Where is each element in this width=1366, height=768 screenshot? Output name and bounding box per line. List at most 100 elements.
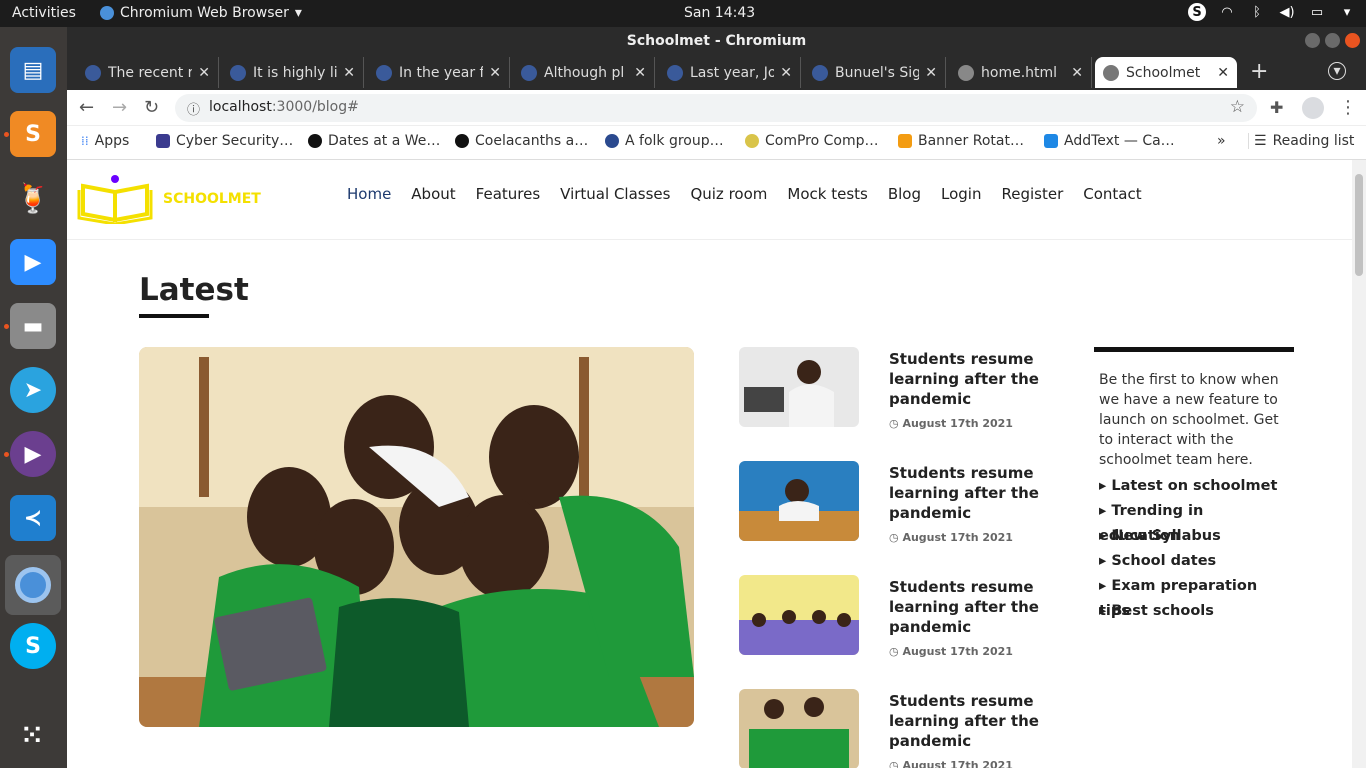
wifi-icon[interactable]: ◠ [1218,3,1236,21]
info-icon[interactable]: ⓘ [187,99,200,118]
close-icon[interactable]: ✕ [780,65,792,81]
tab-6[interactable]: home.html ✕ [950,57,1092,88]
sidebar-link[interactable]: ▸ New Syllabus [1099,524,1289,549]
bookmark-7[interactable]: AddText — Ca… [1044,133,1175,149]
nav-blog[interactable]: Blog [888,185,921,203]
files-icon[interactable]: ▬ [10,303,56,349]
post-thumbnail[interactable] [739,461,859,541]
tab-4[interactable]: Last year, Jo ✕ [659,57,801,88]
close-icon[interactable]: ✕ [198,65,210,81]
minimize-button[interactable] [1305,33,1320,48]
close-icon[interactable]: ✕ [1071,65,1083,81]
volume-icon[interactable]: ◀) [1278,3,1296,21]
skype-icon[interactable]: S [10,623,56,669]
reload-icon[interactable]: ↻ [144,98,159,118]
post-title[interactable]: Students resume learning after the pande… [889,691,1059,751]
close-icon[interactable]: ✕ [343,65,355,81]
app-menu[interactable]: Chromium Web Browser ▾ [100,5,302,21]
battery-icon[interactable]: ▭ [1308,3,1326,21]
nav-home[interactable]: Home [347,185,391,203]
kebab-menu-icon[interactable]: ⋮ [1339,98,1357,118]
browser-window: Schoolmet - Chromium The recent r ✕ It is… [67,27,1366,768]
skype-tray-icon[interactable]: S [1188,3,1206,21]
site-logo[interactable]: SCHOOLMET [77,174,261,224]
tab-7-active[interactable]: Schoolmet ✕ [1095,57,1237,88]
nav-mock-tests[interactable]: Mock tests [787,185,867,203]
system-tray[interactable]: S ◠ ᛒ ◀) ▭ ▾ [1188,3,1356,21]
bookmark-5[interactable]: ComPro Comp… [745,133,879,149]
post-title[interactable]: Students resume learning after the pande… [889,349,1059,409]
close-icon[interactable]: ✕ [925,65,937,81]
page-scrollbar[interactable] [1352,160,1366,768]
nav-about[interactable]: About [411,185,455,203]
sidebar-link[interactable]: ▸ Trending in education [1099,499,1289,544]
post-thumbnail[interactable] [739,347,859,427]
nav-contact[interactable]: Contact [1083,185,1141,203]
bookmark-4[interactable]: A folk group… [605,133,724,149]
nav-features[interactable]: Features [476,185,541,203]
new-tab-button[interactable]: + [1250,59,1268,84]
bookmark-3[interactable]: Coelacanths a… [455,133,588,149]
media-player-icon[interactable]: ▶ [10,431,56,477]
tab-5[interactable]: Bunuel's Sig ✕ [804,57,946,88]
nav-virtual-classes[interactable]: Virtual Classes [560,185,670,203]
zoom-icon[interactable]: ▶ [10,239,56,285]
tab-label: It is highly li [253,64,338,81]
post-card[interactable]: Students resume learning after the pande… [739,461,1069,561]
bookmark-apps[interactable]: ⁞⁞ Apps [81,133,129,149]
featured-post-image[interactable] [139,347,694,727]
power-menu-chevron-icon[interactable]: ▾ [1338,3,1356,21]
tropical-drink-icon[interactable]: 🍹 [10,175,56,221]
forward-arrow-icon[interactable]: → [112,98,127,118]
activities-button[interactable]: Activities [12,5,76,21]
scrollbar-thumb[interactable] [1355,174,1363,276]
tab-search-chevron-icon[interactable]: ▾ [1328,62,1346,80]
close-icon[interactable]: ✕ [1217,65,1229,81]
bookmark-1[interactable]: Cyber Security… [156,133,293,149]
tab-1[interactable]: It is highly li ✕ [222,57,364,88]
bookmark-label: A folk group… [625,133,724,149]
back-arrow-icon[interactable]: ← [79,98,94,118]
post-card[interactable]: Students resume learning after the pande… [739,575,1069,675]
sidebar-link[interactable]: ▸ School dates [1099,549,1289,574]
nav-register[interactable]: Register [1001,185,1063,203]
bookmark-6[interactable]: Banner Rotat… [898,133,1024,149]
app-menu-label: Chromium Web Browser [120,5,289,21]
post-title[interactable]: Students resume learning after the pande… [889,463,1059,523]
bookmark-2[interactable]: Dates at a We… [308,133,440,149]
sidebar-link[interactable]: ▸ Exam preparation tips [1099,574,1289,619]
chromium-dock-icon[interactable] [5,555,61,615]
bookmark-star-icon[interactable]: ☆ [1230,97,1245,117]
tab-3[interactable]: Although pl ✕ [513,57,655,88]
nav-quiz-room[interactable]: Quiz room [690,185,767,203]
libreoffice-writer-icon[interactable]: ▤ [10,47,56,93]
bookmarks-overflow-button[interactable]: » [1217,133,1226,149]
close-icon[interactable]: ✕ [634,65,646,81]
post-title[interactable]: Students resume learning after the pande… [889,577,1059,637]
telegram-icon[interactable]: ➤ [10,367,56,413]
close-icon[interactable]: ✕ [489,65,501,81]
post-thumbnail[interactable] [739,689,859,768]
tab-strip: The recent r ✕ It is highly li ✕ In the ye… [67,55,1366,90]
post-card[interactable]: Students resume learning after the pande… [739,347,1069,447]
sidebar-link[interactable]: ▸ Best schools [1099,599,1289,624]
bluetooth-icon[interactable]: ᛒ [1248,3,1266,21]
profile-avatar-icon[interactable] [1302,97,1324,119]
running-indicator [4,452,9,457]
close-window-button[interactable] [1345,33,1360,48]
sidebar-link[interactable]: ▸ Latest on schoolmet [1099,474,1289,499]
tab-label: The recent r [108,64,193,81]
post-card[interactable]: Students resume learning after the pande… [739,689,1069,768]
extensions-puzzle-icon[interactable]: ✚ [1270,98,1283,118]
post-thumbnail[interactable] [739,575,859,655]
tab-2[interactable]: In the year f ✕ [368,57,510,88]
clock[interactable]: San 14:43 [684,5,755,21]
reading-list-button[interactable]: ☰ Reading list [1248,133,1354,149]
address-bar[interactable]: ⓘ localhost:3000/blog# ☆ [175,94,1257,122]
tab-0[interactable]: The recent r ✕ [77,57,219,88]
sublime-text-icon[interactable]: S [10,111,56,157]
show-applications-icon[interactable]: ⁙ [10,713,56,759]
maximize-button[interactable] [1325,33,1340,48]
nav-login[interactable]: Login [941,185,981,203]
vscode-icon[interactable]: ≺ [10,495,56,541]
